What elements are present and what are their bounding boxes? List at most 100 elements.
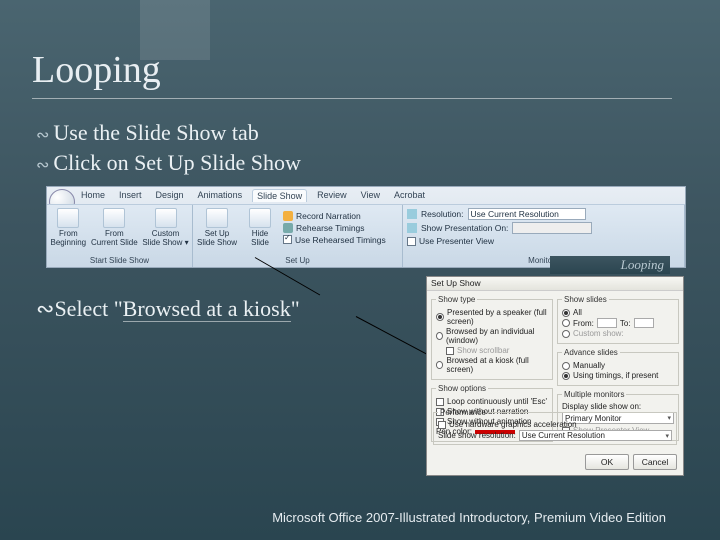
show-scrollbar-checkbox[interactable]: Show scrollbar — [446, 346, 548, 355]
bullet-list: ∾Use the Slide Show tab ∾Click on Set Up… — [36, 120, 301, 180]
from-current-button[interactable]: From Current Slide — [92, 208, 137, 247]
rehearse-label: Rehearse Timings — [296, 223, 365, 233]
resolution-label: Resolution: — [421, 209, 464, 219]
radio-icon — [436, 313, 444, 321]
loop-label: Loop continuously until 'Esc' — [447, 397, 547, 406]
ok-button[interactable]: OK — [585, 454, 629, 470]
loop-checkbox[interactable]: Loop continuously until 'Esc' — [436, 397, 548, 406]
performance-legend: Performance — [438, 408, 488, 417]
slide-res-label: Slide show resolution: — [438, 431, 516, 440]
slides-to-label: To: — [620, 319, 631, 328]
slide-title: Looping — [32, 48, 672, 99]
multi-legend: Multiple monitors — [562, 390, 626, 399]
hw-accel-label: Use hardware graphics acceleration — [449, 420, 577, 429]
advance-timings-radio[interactable]: Using timings, if present — [562, 371, 674, 380]
rehearse-timings-button[interactable]: Rehearse Timings — [283, 223, 386, 233]
advance-slides-group: Advance slides Manually Using timings, i… — [557, 348, 679, 386]
slides-custom-radio[interactable]: Custom show: — [562, 329, 674, 338]
set-up-show-dialog: Set Up Show Show type Presented by a spe… — [426, 276, 684, 476]
tab-animations[interactable]: Animations — [194, 189, 247, 202]
radio-icon — [562, 319, 570, 327]
record-icon — [283, 211, 293, 221]
bullet-2: ∾Click on Set Up Slide Show — [36, 150, 301, 176]
showtype-kiosk-radio[interactable]: Browsed at a kiosk (full screen) — [436, 356, 548, 374]
show-on-row: Show Presentation On: — [407, 222, 680, 234]
set-up-slide-show-button[interactable]: Set Up Slide Show — [197, 208, 237, 247]
checkbox-icon — [407, 237, 416, 246]
show-slides-group: Show slides All From: To: Custom show: — [557, 295, 679, 344]
chevron-down-icon: ▾ — [665, 432, 669, 440]
group-start-slide-show: From Beginning From Current Slide Custom… — [47, 205, 193, 267]
use-presenter-label: Use Presenter View — [419, 236, 494, 246]
ribbon-tabs: Home Insert Design Animations Slide Show… — [77, 189, 429, 202]
slides-custom-label: Custom show: — [573, 329, 624, 338]
showtype-individual-radio[interactable]: Browsed by an individual (window) — [436, 327, 548, 345]
advance-manual-label: Manually — [573, 361, 605, 370]
performance-group: Performance Use hardware graphics accele… — [433, 408, 677, 445]
advance-manual-radio[interactable]: Manually — [562, 361, 674, 370]
from-beginning-label: From Beginning — [51, 229, 87, 247]
monitor-icon — [407, 223, 417, 233]
checkbox-icon — [438, 421, 446, 429]
radio-icon — [562, 362, 570, 370]
show-on-label: Show Presentation On: — [421, 223, 508, 233]
set-up-label: Set Up Slide Show — [197, 229, 237, 247]
checkbox-icon — [446, 347, 454, 355]
use-rehearsed-checkbox[interactable]: Use Rehearsed Timings — [283, 235, 386, 245]
dialog-title: Set Up Show — [427, 277, 683, 291]
custom-show-icon — [155, 208, 177, 228]
bullet-2-text: Click on Set Up Slide Show — [53, 150, 301, 175]
callout-line-icon — [356, 316, 427, 354]
tab-view[interactable]: View — [357, 189, 384, 202]
bullet-glyph-icon: ∾ — [36, 125, 49, 145]
use-rehearsed-label: Use Rehearsed Timings — [295, 235, 386, 245]
slide-res-select[interactable]: Use Current Resolution ▾ — [519, 430, 672, 441]
group-label: Start Slide Show — [51, 255, 188, 265]
from-beginning-icon — [57, 208, 79, 228]
slides-all-radio[interactable]: All — [562, 308, 674, 317]
tab-review[interactable]: Review — [313, 189, 351, 202]
tab-acrobat[interactable]: Acrobat — [390, 189, 429, 202]
radio-icon — [436, 332, 443, 340]
radio-icon — [562, 372, 570, 380]
custom-show-label: Custom Slide Show ▾ — [142, 229, 188, 247]
from-beginning-button[interactable]: From Beginning — [51, 208, 86, 247]
show-slides-legend: Show slides — [562, 295, 609, 304]
resolution-select[interactable]: Use Current Resolution — [468, 208, 586, 220]
rehearse-icon — [283, 223, 293, 233]
set-up-icon — [206, 208, 228, 228]
bullet-1: ∾Use the Slide Show tab — [36, 120, 301, 146]
showtype-speaker-radio[interactable]: Presented by a speaker (full screen) — [436, 308, 548, 326]
showtype-individual-label: Browsed by an individual (window) — [446, 327, 548, 345]
cancel-button[interactable]: Cancel — [633, 454, 677, 470]
hide-slide-label: Hide Slide — [251, 229, 269, 247]
bullet-3-suffix: " — [291, 296, 300, 321]
resolution-row: Resolution: Use Current Resolution — [407, 208, 680, 220]
tab-slide-show[interactable]: Slide Show — [252, 189, 307, 202]
record-narration-button[interactable]: Record Narration — [283, 211, 386, 221]
slide-res-row: Slide show resolution: Use Current Resol… — [438, 430, 672, 441]
slides-all-label: All — [573, 308, 582, 317]
slide-res-value: Use Current Resolution — [522, 431, 605, 440]
slides-to-input[interactable] — [634, 318, 654, 328]
use-presenter-checkbox[interactable]: Use Presenter View — [407, 236, 680, 246]
footer-text: Microsoft Office 2007-Illustrated Introd… — [272, 510, 666, 525]
bullet-3: ∾Select "Browsed at a kiosk" — [36, 296, 300, 322]
bullet-glyph-icon: ∾ — [36, 155, 49, 175]
slides-range-radio[interactable]: From: To: — [562, 318, 674, 328]
bullet-3-kiosk: Browsed at a kiosk — [123, 296, 291, 322]
advance-legend: Advance slides — [562, 348, 620, 357]
hide-slide-button[interactable]: Hide Slide — [243, 208, 277, 247]
from-current-icon — [103, 208, 125, 228]
radio-icon — [562, 309, 570, 317]
radio-icon — [562, 330, 570, 338]
tab-home[interactable]: Home — [77, 189, 109, 202]
show-type-group: Show type Presented by a speaker (full s… — [431, 295, 553, 380]
show-on-select[interactable] — [512, 222, 592, 234]
slides-from-input[interactable] — [597, 318, 617, 328]
custom-show-button[interactable]: Custom Slide Show ▾ — [143, 208, 188, 247]
hw-accel-checkbox[interactable]: Use hardware graphics acceleration — [438, 420, 672, 429]
tab-design[interactable]: Design — [152, 189, 188, 202]
showtype-speaker-label: Presented by a speaker (full screen) — [447, 308, 548, 326]
tab-insert[interactable]: Insert — [115, 189, 146, 202]
